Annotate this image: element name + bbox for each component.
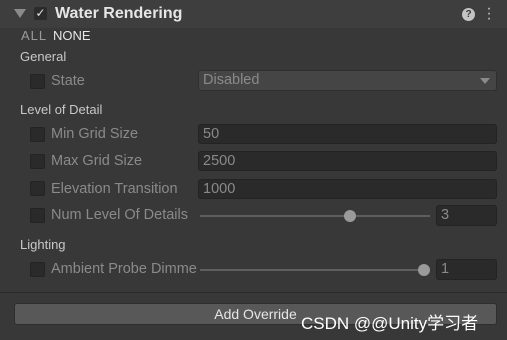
component-header: ✓ Water Rendering ? · · · [0, 0, 507, 28]
watermark-text: CSDN @@Unity学习者 [301, 314, 479, 333]
none-button[interactable]: NONE [53, 28, 91, 43]
section-general: General [20, 49, 67, 64]
elevation-label: Elevation Transition [51, 181, 178, 197]
ambient-slider-track[interactable] [200, 269, 428, 271]
min-grid-label: Min Grid Size [51, 126, 139, 142]
section-level-of-detail: Level of Detail [20, 102, 103, 117]
num-lod-field[interactable]: 3 [436, 205, 497, 226]
min-grid-override-checkbox[interactable] [30, 127, 45, 142]
min-grid-field[interactable]: 50 [198, 124, 497, 144]
help-icon[interactable]: ? [462, 8, 475, 21]
kebab-menu-icon[interactable]: · · · [486, 1, 492, 27]
elevation-field[interactable]: 1000 [198, 179, 497, 199]
ambient-field[interactable]: 1 [436, 259, 497, 280]
chevron-down-icon [480, 78, 490, 84]
max-grid-override-checkbox[interactable] [30, 154, 45, 169]
component-enabled-checkbox[interactable]: ✓ [34, 7, 47, 20]
state-label: State [51, 73, 85, 89]
num-lod-slider-thumb[interactable] [344, 210, 356, 222]
state-value: Disabled [203, 72, 260, 88]
elevation-override-checkbox[interactable] [30, 181, 45, 196]
num-lod-label: Num Level Of Details [51, 207, 188, 223]
max-grid-label: Max Grid Size [51, 153, 143, 169]
section-lighting: Lighting [20, 237, 66, 252]
foldout-triangle-icon[interactable] [14, 9, 26, 18]
ambient-override-checkbox[interactable] [30, 262, 45, 277]
num-lod-slider-track[interactable] [200, 215, 430, 217]
all-button[interactable]: ALL [21, 28, 47, 43]
max-grid-field[interactable]: 2500 [198, 151, 497, 171]
divider [0, 292, 507, 293]
ambient-slider-thumb[interactable] [418, 264, 430, 276]
component-title: Water Rendering [55, 5, 183, 22]
state-override-checkbox[interactable] [30, 74, 45, 89]
ambient-label: Ambient Probe Dimmer [51, 261, 197, 277]
state-dropdown[interactable]: Disabled [198, 70, 497, 91]
num-lod-override-checkbox[interactable] [30, 208, 45, 223]
